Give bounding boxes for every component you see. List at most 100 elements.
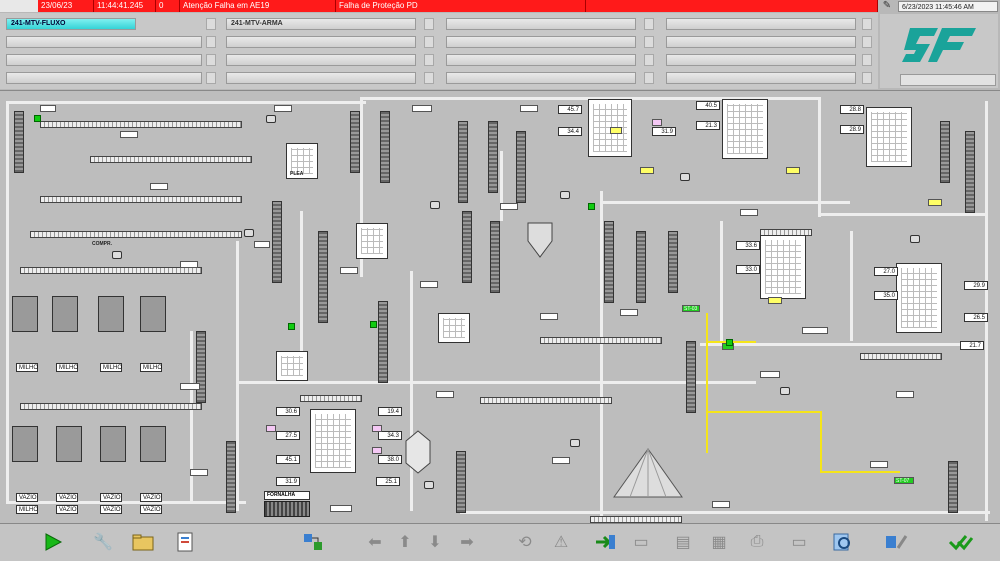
sensor-tag[interactable] bbox=[372, 425, 382, 432]
conveyor[interactable] bbox=[540, 337, 662, 344]
header-slot[interactable] bbox=[666, 36, 856, 48]
elevator[interactable] bbox=[965, 131, 975, 213]
conveyor[interactable] bbox=[590, 516, 682, 523]
conveyor[interactable] bbox=[20, 403, 202, 410]
header-slot[interactable] bbox=[226, 72, 416, 84]
dryer-panel[interactable] bbox=[896, 263, 942, 333]
equipment-tag[interactable] bbox=[412, 105, 432, 112]
equipment-tag[interactable] bbox=[760, 371, 780, 378]
equipment-tag[interactable] bbox=[712, 501, 730, 508]
alarm-icon[interactable]: ⚠ bbox=[548, 530, 574, 554]
conveyor[interactable] bbox=[480, 397, 612, 404]
elevator[interactable] bbox=[636, 231, 646, 303]
equipment-tag[interactable] bbox=[150, 183, 168, 190]
status-tag-green[interactable]: ST-07 bbox=[894, 477, 914, 484]
elevator[interactable] bbox=[226, 441, 236, 513]
equipment-tag[interactable] bbox=[802, 327, 828, 334]
elevator[interactable] bbox=[318, 231, 328, 323]
header-slot[interactable] bbox=[446, 72, 636, 84]
header-slot[interactable] bbox=[226, 54, 416, 66]
btn-241-mtv-fluxo[interactable]: 241-MTV-FLUXO bbox=[6, 18, 136, 30]
silo[interactable] bbox=[12, 296, 38, 332]
silo[interactable] bbox=[140, 296, 166, 332]
motor-icon[interactable] bbox=[244, 229, 254, 237]
header-slot[interactable] bbox=[6, 72, 202, 84]
elevator[interactable] bbox=[686, 341, 696, 413]
transfer-icon[interactable] bbox=[592, 530, 618, 554]
cleaner-panel[interactable] bbox=[356, 223, 388, 259]
equipment-tag[interactable] bbox=[180, 383, 200, 390]
history-icon[interactable]: ⟲ bbox=[512, 530, 538, 554]
cleaner-panel[interactable] bbox=[276, 351, 308, 381]
elevator[interactable] bbox=[668, 231, 678, 293]
furnace[interactable] bbox=[264, 501, 310, 517]
elevator[interactable] bbox=[516, 131, 526, 203]
panel-icon[interactable]: ▤ bbox=[670, 530, 696, 554]
equipment-tag[interactable] bbox=[552, 457, 570, 464]
equipment-tag[interactable] bbox=[254, 241, 270, 248]
conveyor[interactable] bbox=[40, 196, 242, 203]
equipment-tag[interactable] bbox=[740, 209, 758, 216]
elevator[interactable] bbox=[490, 221, 500, 293]
alarm-bar[interactable]: 23/06/23 11:44:41.245 0 Atenção Falha em… bbox=[0, 0, 878, 12]
dryer-panel[interactable] bbox=[310, 409, 356, 473]
elevator[interactable] bbox=[196, 331, 206, 403]
elevator[interactable] bbox=[380, 111, 390, 183]
header-slot[interactable] bbox=[226, 36, 416, 48]
silo[interactable] bbox=[98, 296, 124, 332]
conveyor[interactable] bbox=[20, 267, 202, 274]
conveyor[interactable] bbox=[40, 121, 242, 128]
cleaner-panel[interactable] bbox=[438, 313, 470, 343]
elevator[interactable] bbox=[462, 211, 472, 283]
header-slot[interactable] bbox=[666, 72, 856, 84]
arrow-down-icon[interactable]: ⬇ bbox=[422, 530, 448, 554]
equipment-tag[interactable] bbox=[896, 391, 914, 398]
elevator[interactable] bbox=[940, 121, 950, 183]
motor-icon[interactable] bbox=[424, 481, 434, 489]
arrow-left-icon[interactable]: ⬅ bbox=[362, 530, 388, 554]
elevator[interactable] bbox=[604, 221, 614, 303]
arrow-up-icon[interactable]: ⬆ bbox=[392, 530, 418, 554]
motor-icon[interactable] bbox=[780, 387, 790, 395]
equipment-tag[interactable] bbox=[420, 281, 438, 288]
silo-tank[interactable] bbox=[404, 429, 432, 475]
header-slot[interactable] bbox=[6, 36, 202, 48]
dryer-panel[interactable] bbox=[722, 99, 768, 159]
header-slot[interactable] bbox=[666, 54, 856, 66]
header-slot[interactable] bbox=[446, 54, 636, 66]
silo[interactable] bbox=[56, 426, 82, 462]
motor-icon[interactable] bbox=[680, 173, 690, 181]
dryer-panel[interactable] bbox=[866, 107, 912, 167]
sensor-tag[interactable] bbox=[266, 425, 276, 432]
header-slot[interactable] bbox=[446, 36, 636, 48]
btn-241-mtv-arma[interactable]: 241-MTV-ARMA bbox=[226, 18, 416, 30]
motor-icon[interactable] bbox=[560, 191, 570, 199]
conveyor[interactable] bbox=[30, 231, 242, 238]
pen-icon[interactable]: ✎ bbox=[880, 0, 894, 12]
silo[interactable] bbox=[100, 426, 126, 462]
storage-dome[interactable] bbox=[612, 447, 684, 503]
equipment-tag[interactable] bbox=[520, 105, 538, 112]
equipment-tag[interactable] bbox=[40, 105, 56, 112]
switch-icon[interactable] bbox=[300, 530, 326, 554]
dryer-panel[interactable] bbox=[760, 235, 806, 299]
elevator[interactable] bbox=[948, 461, 958, 513]
motor-icon[interactable] bbox=[570, 439, 580, 447]
silo[interactable] bbox=[52, 296, 78, 332]
equipment-tag[interactable] bbox=[274, 105, 292, 112]
conveyor[interactable] bbox=[90, 156, 252, 163]
silo[interactable] bbox=[140, 426, 166, 462]
elevator[interactable] bbox=[458, 121, 468, 203]
play-icon[interactable] bbox=[40, 530, 66, 554]
header-slot[interactable] bbox=[446, 18, 636, 30]
motor-icon[interactable] bbox=[266, 115, 276, 123]
arrow-right-icon[interactable]: ➡ bbox=[454, 530, 480, 554]
printer-icon[interactable]: ⎙ bbox=[744, 530, 770, 554]
panel2-icon[interactable]: ▦ bbox=[706, 530, 732, 554]
sensor-tag[interactable] bbox=[372, 447, 382, 454]
equipment-tag[interactable] bbox=[500, 203, 518, 210]
elevator[interactable] bbox=[488, 121, 498, 193]
equipment-tag[interactable] bbox=[620, 309, 638, 316]
equipment-tag[interactable] bbox=[540, 313, 558, 320]
conveyor[interactable] bbox=[300, 395, 362, 402]
